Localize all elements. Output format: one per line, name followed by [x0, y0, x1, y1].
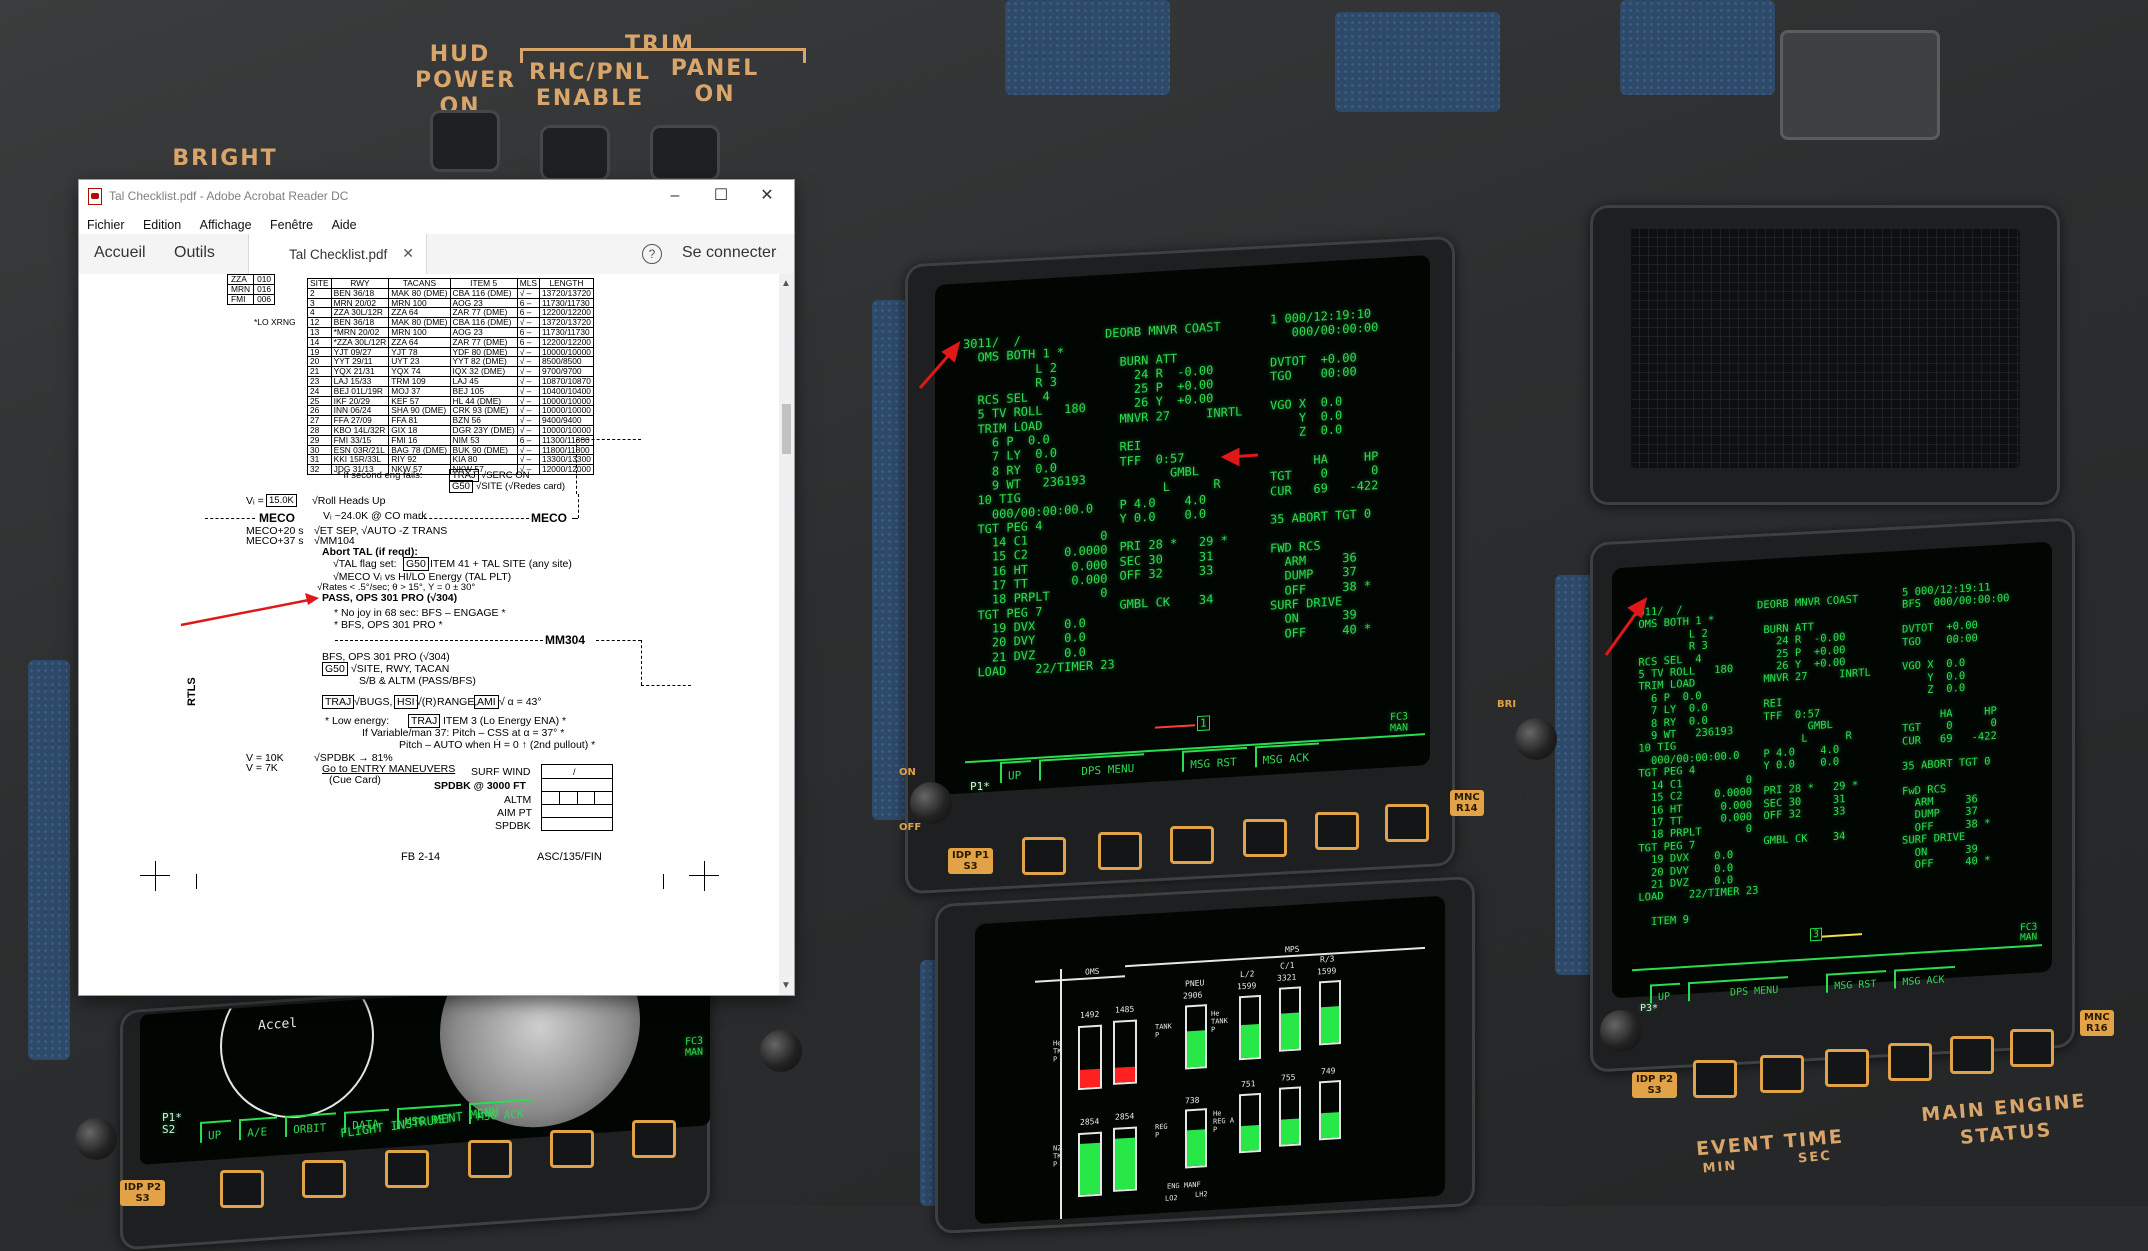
signin-link[interactable]: Se connecter [682, 244, 776, 262]
menu-affichage[interactable]: Affichage [200, 218, 252, 232]
tab-close-icon[interactable]: ✕ [402, 245, 414, 262]
scroll-thumb[interactable] [782, 404, 791, 454]
arrow-head [1220, 447, 1240, 467]
help-icon[interactable]: ? [642, 244, 662, 264]
close-icon[interactable]: ✕ [747, 184, 787, 208]
window-title: Tal Checklist.pdf - Adobe Acrobat Reader… [109, 189, 349, 203]
tab-bar: Accueil Outils Tal Checklist.pdf ✕ ? Se … [79, 234, 794, 275]
acrobat-window: Tal Checklist.pdf - Adobe Acrobat Reader… [79, 180, 794, 995]
doc-arrow [180, 593, 319, 627]
scroll-up-icon[interactable]: ▲ [781, 278, 791, 289]
menu-fenetre[interactable]: Fenêtre [270, 218, 313, 232]
document-view[interactable]: ZZA 010 MRN 016 FMI 006 *LO XRNG SITE RWY TAC… [79, 274, 779, 995]
menu-fichier[interactable]: Fichier [87, 218, 125, 232]
nav-home[interactable]: Accueil [94, 244, 146, 262]
scroll-down-icon[interactable]: ▼ [781, 980, 791, 991]
arrow-head [305, 593, 319, 605]
menu-bar: Fichier Edition Affichage Fenêtre Aide [79, 212, 794, 234]
minimize-icon[interactable]: – [655, 184, 695, 208]
title-bar: Tal Checklist.pdf - Adobe Acrobat Reader… [79, 180, 794, 212]
pdf-file-icon [88, 188, 102, 205]
nav-tools[interactable]: Outils [174, 244, 215, 262]
menu-aide[interactable]: Aide [332, 218, 357, 232]
arrow-head [1627, 597, 1648, 619]
menu-edition[interactable]: Edition [143, 218, 181, 232]
arrow-line [180, 597, 315, 627]
document-tab-title: Tal Checklist.pdf [289, 247, 388, 262]
vertical-scrollbar[interactable]: ▲ ▼ [779, 274, 794, 995]
maximize-icon[interactable]: ☐ [701, 184, 741, 208]
document-tab[interactable]: Tal Checklist.pdf ✕ [248, 234, 427, 274]
